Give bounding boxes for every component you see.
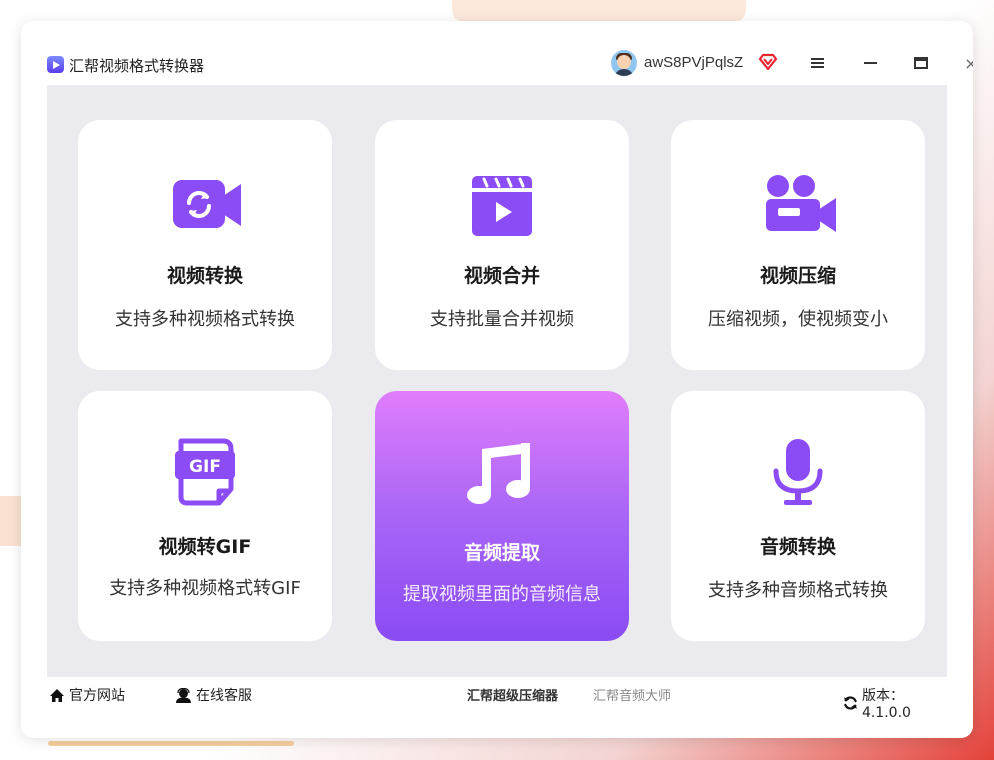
background-decoration — [0, 496, 22, 546]
version-label: 版本：4.1.0.0 — [861, 688, 911, 721]
app-title: 汇帮视频格式转换器 — [69, 57, 205, 75]
app-window: 汇帮视频格式转换器 awS8PVjPqlsZ × 视频转换 支持多种视频格式转换… — [21, 21, 973, 738]
video-convert-icon — [173, 180, 241, 228]
video-camera-icon — [766, 175, 836, 232]
title-bar: 汇帮视频格式转换器 awS8PVjPqlsZ × — [47, 45, 973, 85]
online-service-label: 在线客服 — [196, 688, 252, 704]
background-decoration — [48, 741, 294, 746]
menu-icon — [810, 58, 824, 68]
username[interactable]: awS8PVjPqlsZ — [644, 54, 743, 71]
gif-file-icon: GIF — [175, 438, 235, 506]
card-title: 视频转换 — [166, 265, 243, 287]
minimize-button[interactable] — [858, 51, 882, 75]
online-service-link[interactable]: 在线客服 — [175, 685, 252, 705]
maximize-button[interactable] — [909, 51, 933, 75]
card-title: 视频压缩 — [759, 265, 836, 287]
card-video-to-gif[interactable]: GIF 视频转GIF 支持多种视频格式转GIF — [78, 391, 332, 641]
card-description: 提取视频里面的音频信息 — [403, 584, 601, 605]
audio-master-link[interactable]: 汇帮音频大师 — [593, 685, 671, 704]
maximize-icon — [914, 57, 928, 69]
card-video-compress[interactable]: 视频压缩 压缩视频，使视频变小 — [671, 120, 925, 370]
close-button[interactable]: × — [959, 51, 973, 75]
card-description: 支持多种视频格式转换 — [115, 309, 295, 330]
card-description: 支持批量合并视频 — [430, 309, 574, 330]
card-title: 视频转GIF — [158, 536, 252, 558]
card-description: 压缩视频，使视频变小 — [708, 309, 888, 330]
compressor-link[interactable]: 汇帮超级压缩器 — [467, 685, 558, 704]
menu-button[interactable] — [805, 51, 829, 75]
card-video-merge[interactable]: 视频合并 支持批量合并视频 — [375, 120, 629, 370]
card-description: 支持多种视频格式转GIF — [109, 578, 301, 599]
official-site-link[interactable]: 官方网站 — [49, 685, 125, 705]
microphone-icon — [773, 439, 823, 505]
feature-grid: 视频转换 支持多种视频格式转换 视频合并 支持批量合并视频 视频压缩 压缩视频，… — [47, 85, 947, 677]
customer-service-icon — [176, 687, 191, 703]
music-note-icon — [467, 443, 530, 504]
footer-bar: 官方网站 在线客服 汇帮超级压缩器 汇帮音频大师 版本：4.1.0.0 — [47, 677, 947, 721]
card-video-convert[interactable]: 视频转换 支持多种视频格式转换 — [78, 120, 332, 370]
minimize-icon — [863, 62, 877, 64]
clapperboard-icon — [472, 176, 532, 236]
home-icon — [50, 688, 64, 702]
svg-text:GIF: GIF — [189, 457, 221, 477]
official-site-label: 官方网站 — [69, 688, 125, 704]
card-title: 音频转换 — [759, 536, 836, 558]
vip-icon[interactable] — [758, 52, 778, 72]
app-logo-icon — [47, 56, 64, 73]
card-title: 视频合并 — [463, 265, 540, 287]
background-decoration — [452, 0, 746, 22]
card-title: 音频提取 — [463, 542, 540, 564]
refresh-icon — [843, 696, 858, 710]
card-audio-convert[interactable]: 音频转换 支持多种音频格式转换 — [671, 391, 925, 641]
user-avatar[interactable] — [611, 50, 637, 76]
card-audio-extract[interactable]: 音频提取 提取视频里面的音频信息 — [375, 391, 629, 641]
version-info[interactable]: 版本：4.1.0.0 — [843, 685, 947, 721]
card-description: 支持多种音频格式转换 — [708, 580, 888, 601]
